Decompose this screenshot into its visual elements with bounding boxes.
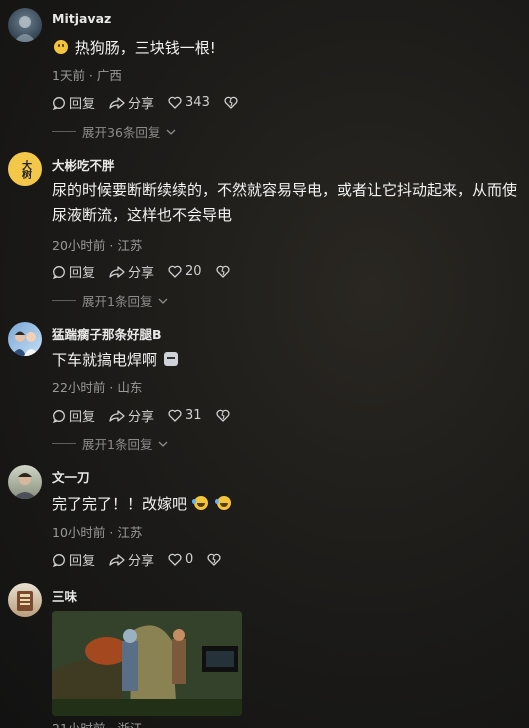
username[interactable]: 三味 — [52, 586, 77, 605]
broken-heart-icon — [216, 409, 230, 422]
avatar[interactable] — [8, 8, 42, 42]
comment-actions: 回复 分享 343 — [52, 93, 238, 112]
comment-actions: 回复 分享 31 — [52, 406, 230, 425]
share-button[interactable]: 分享 — [109, 406, 154, 425]
username[interactable]: 大彬吃不胖 — [52, 155, 115, 174]
like-count: 31 — [185, 408, 202, 423]
like-button[interactable]: 31 — [168, 408, 202, 423]
like-count: 343 — [185, 95, 210, 110]
expand-replies-label: 展开1条回复 — [82, 437, 153, 452]
username[interactable]: 猛踹瘸子那条好腿B — [52, 324, 162, 343]
like-button[interactable]: 343 — [168, 95, 210, 110]
avatar[interactable] — [8, 583, 42, 617]
expand-replies[interactable]: 展开36条回复 — [52, 122, 176, 141]
video-scene-image — [52, 611, 242, 716]
chevron-down-icon — [158, 298, 168, 304]
comment-meta: 21小时前 · 浙江 — [52, 718, 142, 728]
broken-heart-icon — [207, 553, 221, 566]
broken-heart-icon — [216, 265, 230, 278]
divider-line — [52, 300, 76, 301]
dislike-button[interactable] — [216, 265, 230, 278]
reply-label: 回复 — [69, 410, 96, 425]
reply-bubble-icon — [52, 409, 65, 423]
comment-text-body: 热狗肠，三块钱一根! — [74, 39, 216, 57]
reply-button[interactable]: 回复 — [52, 262, 95, 281]
avatar[interactable] — [8, 322, 42, 356]
heart-icon — [168, 96, 182, 109]
reply-button[interactable]: 回复 — [52, 93, 95, 112]
chevron-down-icon — [158, 441, 168, 447]
share-arrow-icon — [109, 265, 125, 278]
reply-label: 回复 — [69, 554, 96, 569]
comment-text: 完了完了！！改嫁吧 — [52, 492, 522, 517]
share-button[interactable]: 分享 — [109, 262, 154, 281]
laughing-tears-emoji-icon — [214, 496, 231, 510]
reply-button[interactable]: 回复 — [52, 406, 95, 425]
avatar[interactable]: 大树 — [8, 152, 42, 186]
heart-icon — [168, 409, 182, 422]
comment-meta: 1天前 · 广西 — [52, 68, 122, 83]
comment-meta: 10小时前 · 江苏 — [52, 525, 143, 540]
reply-bubble-icon — [52, 265, 65, 279]
share-label: 分享 — [128, 97, 155, 112]
share-button[interactable]: 分享 — [109, 93, 154, 112]
comment-text: 下车就搞电焊啊 — [52, 348, 522, 373]
chevron-down-icon — [166, 129, 176, 135]
share-arrow-icon — [109, 409, 125, 422]
username[interactable]: Mitjavaz — [52, 11, 111, 26]
video-thumbnail[interactable] — [52, 611, 242, 716]
username[interactable]: 文一刀 — [52, 467, 90, 486]
reply-button[interactable]: 回复 — [52, 550, 95, 569]
divider-line — [52, 443, 76, 444]
like-button[interactable]: 20 — [168, 264, 202, 279]
like-button[interactable]: 0 — [168, 552, 193, 567]
reply-label: 回复 — [69, 97, 96, 112]
share-label: 分享 — [128, 554, 155, 569]
reply-bubble-icon — [52, 96, 65, 110]
laughing-tears-emoji-icon — [191, 496, 208, 510]
like-count: 0 — [185, 552, 194, 567]
comment-actions: 回复 分享 20 — [52, 262, 230, 281]
dislike-button[interactable] — [207, 553, 221, 566]
expand-replies-label: 展开36条回复 — [82, 125, 161, 140]
reply-label: 回复 — [69, 266, 96, 281]
share-arrow-icon — [109, 96, 125, 109]
avatar-text: 大树 — [19, 160, 31, 178]
comment-meta: 22小时前 · 山东 — [52, 380, 143, 395]
heart-icon — [168, 553, 182, 566]
broken-heart-icon — [224, 96, 238, 109]
share-label: 分享 — [128, 266, 155, 281]
dislike-button[interactable] — [216, 409, 230, 422]
comment-meta: 20小时前 · 江苏 — [52, 238, 143, 253]
comment-text-body: 完了完了！！改嫁吧 — [52, 495, 188, 513]
divider-line — [52, 131, 76, 132]
share-arrow-icon — [109, 553, 125, 566]
reply-bubble-icon — [52, 553, 65, 567]
share-button[interactable]: 分享 — [109, 550, 154, 569]
share-label: 分享 — [128, 410, 155, 425]
comment-actions: 回复 分享 0 — [52, 550, 221, 569]
like-count: 20 — [185, 264, 202, 279]
heart-icon — [168, 265, 182, 278]
expand-replies-label: 展开1条回复 — [82, 294, 153, 309]
sad-face-emoji-icon — [54, 40, 68, 54]
expand-replies[interactable]: 展开1条回复 — [52, 434, 168, 453]
cat-emoji-icon — [163, 352, 178, 366]
comment-text: 热狗肠，三块钱一根! — [52, 36, 522, 61]
comment-text-body: 下车就搞电焊啊 — [52, 351, 158, 369]
dislike-button[interactable] — [224, 96, 238, 109]
expand-replies[interactable]: 展开1条回复 — [52, 291, 168, 310]
avatar[interactable] — [8, 465, 42, 499]
comment-text: 尿的时候要断断续续的，不然就容易导电，或者让它抖动起来，从而使尿液断流，这样也不… — [52, 181, 518, 224]
